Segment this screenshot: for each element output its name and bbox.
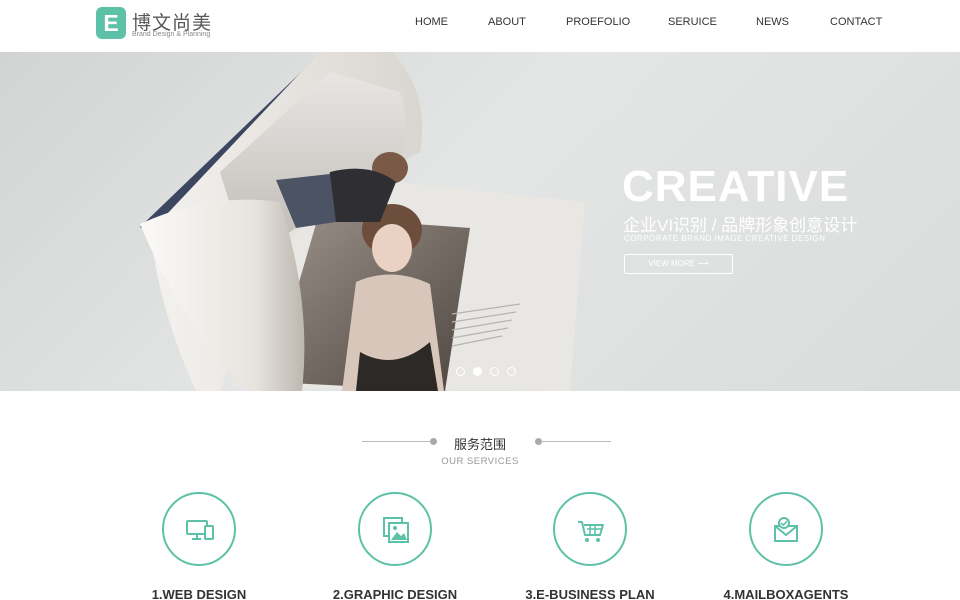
nav-portfolio[interactable]: PROEFOLIO [566, 16, 630, 28]
nav-news[interactable]: NEWS [756, 16, 789, 28]
services-title: 服务范围 [453, 437, 506, 452]
banner-title: CREATIVE [622, 162, 850, 211]
service-mailbox-agents: 4.MAILBOXAGENTS [686, 492, 886, 600]
banner-subtitle-en: CORPORATE BRAND IMAGE CREATIVE DESIGN [624, 234, 826, 243]
devices-icon [186, 520, 214, 540]
brand-tagline: Brand Design & Planning [132, 31, 211, 38]
slide-dot-3[interactable] [490, 367, 499, 376]
service-label[interactable]: 2.GRAPHIC DESIGN [295, 587, 495, 600]
service-e-business-plan: 3.E-BUSINESS PLAN [490, 492, 690, 600]
service-icon-button[interactable] [162, 492, 236, 566]
image-gallery-icon [383, 517, 409, 543]
services-heading: 服务范围 OUR SERVICES [0, 430, 960, 470]
service-icon-button[interactable] [358, 492, 432, 566]
magazine-image [140, 52, 585, 391]
banner-subtitle: 企业VI识别 / 品牌形象创意设计 [623, 216, 858, 235]
services-subtitle: OUR SERVICES [441, 456, 519, 467]
service-icon-button[interactable] [749, 492, 823, 566]
site-header: E 博文尚美 Brand Design & Planning HOME ABOU… [0, 0, 960, 52]
divider-line-right [541, 441, 611, 442]
nav-contact[interactable]: CONTACT [830, 16, 882, 28]
service-graphic-design: 2.GRAPHIC DESIGN [295, 492, 495, 600]
slide-dot-2[interactable] [473, 367, 482, 376]
service-label[interactable]: 4.MAILBOXAGENTS [686, 587, 886, 600]
shopping-cart-icon [578, 521, 604, 542]
brand-logo[interactable]: E 博文尚美 Brand Design & Planning [96, 7, 226, 41]
service-icon-button[interactable] [553, 492, 627, 566]
nav-service[interactable]: SERUICE [668, 16, 717, 28]
nav-home[interactable]: HOME [415, 16, 448, 28]
view-more-button[interactable]: VIEW MORE ⟶ [624, 254, 733, 274]
mail-icon [774, 517, 798, 542]
brand-letter-icon: E [103, 10, 118, 36]
service-label[interactable]: 1.WEB DESIGN [99, 587, 299, 600]
slide-dot-4[interactable] [507, 367, 516, 376]
slide-dot-1[interactable] [456, 367, 465, 376]
nav-about[interactable]: ABOUT [488, 16, 526, 28]
svg-text:E: E [103, 10, 118, 36]
brand-logo-mark: E [96, 7, 126, 39]
hero-banner: CREATIVE 企业VI识别 / 品牌形象创意设计 CORPORATE BRA… [0, 52, 960, 391]
service-label[interactable]: 3.E-BUSINESS PLAN [490, 587, 690, 600]
service-web-design: 1.WEB DESIGN [99, 492, 299, 600]
